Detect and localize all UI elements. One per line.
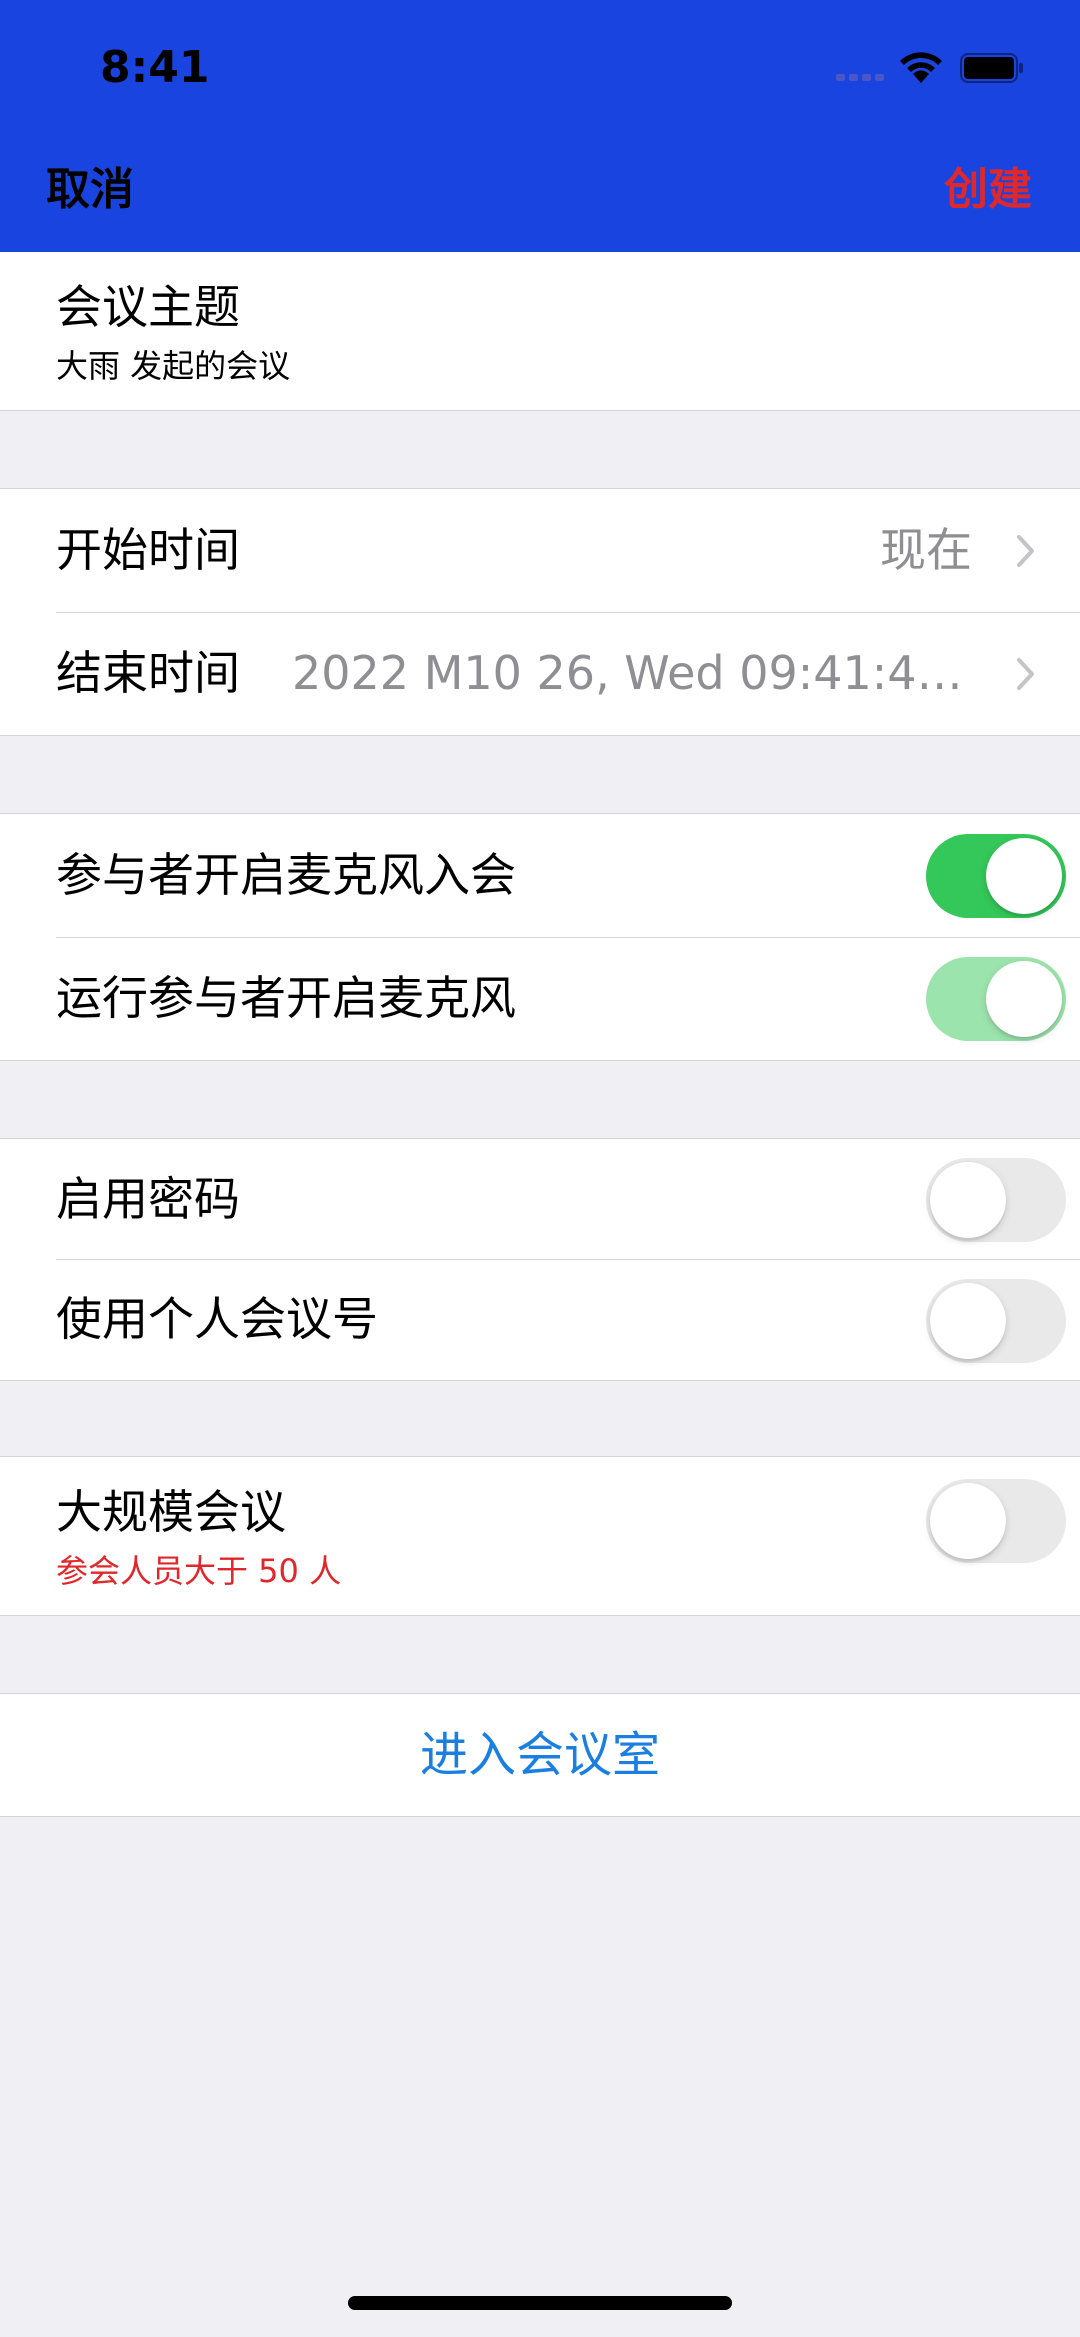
- enter-room-group: 进入会议室: [0, 1693, 1080, 1817]
- end-time-row[interactable]: 结束时间 2022 M10 26, Wed 09:41:45 G...: [0, 612, 1080, 735]
- enter-room-label: 进入会议室: [419, 1727, 660, 1783]
- meeting-topic-value: 大雨 发起的会议: [56, 347, 291, 385]
- wifi-icon: [900, 52, 942, 83]
- large-meeting-label: 大规模会议: [56, 1485, 286, 1539]
- meeting-topic-row[interactable]: 会议主题 大雨 发起的会议: [0, 252, 1080, 410]
- toggle-knob: [986, 838, 1062, 914]
- toggle-knob: [986, 961, 1062, 1037]
- password-row: 启用密码: [0, 1139, 1080, 1259]
- mic-group: 参与者开启麦克风入会 运行参与者开启麦克风: [0, 813, 1080, 1061]
- join-with-mic-row: 参与者开启麦克风入会: [0, 814, 1080, 937]
- large-meeting-toggle[interactable]: [926, 1479, 1066, 1563]
- large-meeting-group: 大规模会议 参会人员大于 50 人: [0, 1456, 1080, 1616]
- personal-id-toggle[interactable]: [926, 1279, 1066, 1363]
- toggle-knob: [930, 1162, 1006, 1238]
- toggle-knob: [930, 1283, 1006, 1359]
- chevron-right-icon: [1017, 658, 1034, 690]
- meeting-topic-label: 会议主题: [56, 280, 240, 334]
- enter-room-button[interactable]: 进入会议室: [0, 1694, 1080, 1816]
- home-indicator: [348, 2296, 732, 2310]
- personal-id-row: 使用个人会议号: [0, 1259, 1080, 1380]
- allow-mic-label: 运行参与者开启麦克风: [56, 971, 516, 1025]
- large-meeting-row: 大规模会议 参会人员大于 50 人: [0, 1457, 1080, 1615]
- start-time-value: 现在: [880, 523, 972, 577]
- password-label: 启用密码: [56, 1172, 240, 1226]
- battery-icon: [960, 53, 1023, 83]
- end-time-label: 结束时间: [56, 646, 240, 700]
- start-time-label: 开始时间: [56, 523, 240, 577]
- join-with-mic-label: 参与者开启麦克风入会: [56, 848, 516, 902]
- end-time-value: 2022 M10 26, Wed 09:41:45 G...: [292, 646, 972, 700]
- password-toggle[interactable]: [926, 1158, 1066, 1242]
- toggle-knob: [930, 1483, 1006, 1559]
- cellular-signal-icon: [836, 74, 886, 82]
- topic-group: 会议主题 大雨 发起的会议: [0, 252, 1080, 411]
- chevron-right-icon: [1017, 535, 1034, 567]
- start-time-row[interactable]: 开始时间 现在: [0, 489, 1080, 612]
- cancel-button[interactable]: 取消: [46, 162, 134, 218]
- password-group: 启用密码 使用个人会议号: [0, 1138, 1080, 1381]
- header: 8:41 取消 创建: [0, 0, 1080, 252]
- personal-id-label: 使用个人会议号: [56, 1292, 378, 1346]
- allow-mic-toggle[interactable]: [926, 957, 1066, 1041]
- create-button[interactable]: 创建: [944, 162, 1032, 218]
- status-time: 8:41: [100, 42, 210, 93]
- large-meeting-sub-label: 参会人员大于 50 人: [56, 1552, 342, 1590]
- join-with-mic-toggle[interactable]: [926, 834, 1066, 918]
- allow-mic-row: 运行参与者开启麦克风: [0, 937, 1080, 1060]
- time-group: 开始时间 现在 结束时间 2022 M10 26, Wed 09:41:45 G…: [0, 488, 1080, 736]
